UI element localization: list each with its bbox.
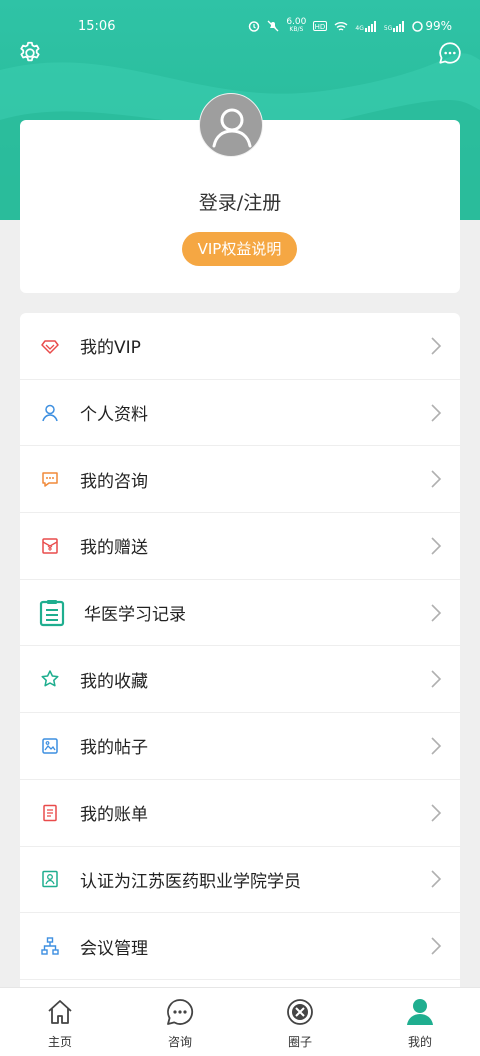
alarm-icon	[249, 21, 260, 32]
avatar[interactable]	[199, 93, 263, 157]
clipboard-list-icon	[39, 599, 65, 626]
menu-item-bills[interactable]: 我的账单	[20, 780, 460, 847]
menu-item-label: 我的账单	[80, 805, 148, 826]
bill-icon	[43, 804, 57, 821]
tab-label: 我的	[407, 1035, 432, 1049]
menu-item-label: 我的赠送	[80, 538, 148, 559]
chevron-right-icon	[431, 937, 442, 955]
menu-item-label: 个人资料	[80, 405, 148, 426]
vip-benefits-button[interactable]: VIP权益说明	[182, 232, 297, 266]
chat-icon	[42, 472, 58, 487]
diamond-icon	[41, 340, 59, 354]
certificate-icon	[42, 871, 58, 888]
tab-label: 主页	[47, 1035, 72, 1049]
menu-item-label: 我的收藏	[80, 671, 148, 692]
hd-icon: HD	[313, 21, 328, 31]
chevron-right-icon	[431, 403, 442, 422]
settings-button[interactable]	[17, 40, 43, 66]
menu-item-meetings[interactable]: 会议管理	[20, 913, 460, 980]
home-icon	[48, 1000, 72, 1024]
status-indicators: 6.00 KB/S HD 4G 5G 99%	[248, 18, 452, 34]
tab-label: 圈子	[287, 1035, 312, 1049]
gear-icon	[20, 41, 40, 62]
chevron-right-icon	[431, 737, 442, 755]
menu-list: 我的VIP 个人资料 我的咨询 我的赠送 华医学习记录 我的收藏 我的帖子 我的…	[20, 313, 460, 1003]
tab-consult[interactable]: 咨询	[120, 988, 240, 1056]
org-chart-icon	[41, 937, 59, 955]
chevron-right-icon	[431, 604, 442, 622]
status-bar: 15:06 6.00 KB/S HD 4G 5G 99%	[0, 0, 480, 52]
status-time: 15:06	[78, 19, 116, 34]
menu-item-favorites[interactable]: 我的收藏	[20, 646, 460, 714]
net-speed: 6.00 KB/S	[286, 17, 307, 34]
bottom-tab-bar: 主页 咨询 圈子 我的	[0, 987, 480, 1056]
login-register-link[interactable]: 登录/注册	[20, 188, 460, 215]
person-icon	[407, 999, 433, 1025]
chevron-right-icon	[431, 337, 442, 355]
chevron-right-icon	[431, 470, 442, 488]
circle-icon	[287, 999, 313, 1025]
menu-item-gift[interactable]: 我的赠送	[20, 513, 460, 580]
menu-item-posts[interactable]: 我的帖子	[20, 713, 460, 780]
menu-item-my-vip[interactable]: 我的VIP	[20, 313, 460, 380]
image-post-icon	[42, 738, 58, 754]
menu-item-label: 我的咨询	[80, 471, 148, 492]
chevron-right-icon	[431, 537, 442, 555]
mute-icon	[267, 20, 279, 32]
message-button[interactable]	[437, 40, 463, 66]
signal-2: 5G	[384, 20, 405, 32]
svg-text:HD: HD	[315, 23, 326, 31]
menu-item-label: 认证为江苏医药职业学院学员	[80, 871, 301, 892]
battery-icon	[412, 20, 424, 32]
wifi-icon	[334, 21, 348, 31]
chevron-right-icon	[431, 670, 442, 688]
menu-item-label: 华医学习记录	[84, 605, 186, 626]
tab-circle[interactable]: 圈子	[240, 988, 360, 1056]
tab-label: 咨询	[167, 1035, 192, 1049]
menu-item-consult[interactable]: 我的咨询	[20, 446, 460, 514]
gift-envelope-icon	[42, 538, 58, 554]
chevron-right-icon	[431, 804, 442, 822]
tab-mine[interactable]: 我的	[360, 988, 480, 1056]
tab-home[interactable]: 主页	[0, 988, 120, 1056]
default-avatar-icon	[212, 108, 252, 148]
menu-item-label: 我的VIP	[80, 338, 141, 359]
menu-item-label: 会议管理	[80, 938, 148, 959]
signal-1: 4G	[355, 20, 376, 32]
signal-bars-icon	[393, 20, 405, 32]
person-icon	[42, 404, 58, 421]
menu-item-profile[interactable]: 个人资料	[20, 380, 460, 447]
chat-icon	[167, 999, 194, 1025]
signal-bars-icon	[364, 20, 376, 32]
menu-item-certification[interactable]: 认证为江苏医药职业学院学员	[20, 847, 460, 914]
chevron-right-icon	[431, 870, 442, 888]
menu-item-label: 我的帖子	[80, 738, 148, 759]
star-icon	[41, 670, 59, 687]
battery-indicator: 99%	[412, 19, 452, 33]
chat-bubble-icon	[439, 42, 461, 64]
menu-item-study-record[interactable]: 华医学习记录	[20, 580, 460, 647]
